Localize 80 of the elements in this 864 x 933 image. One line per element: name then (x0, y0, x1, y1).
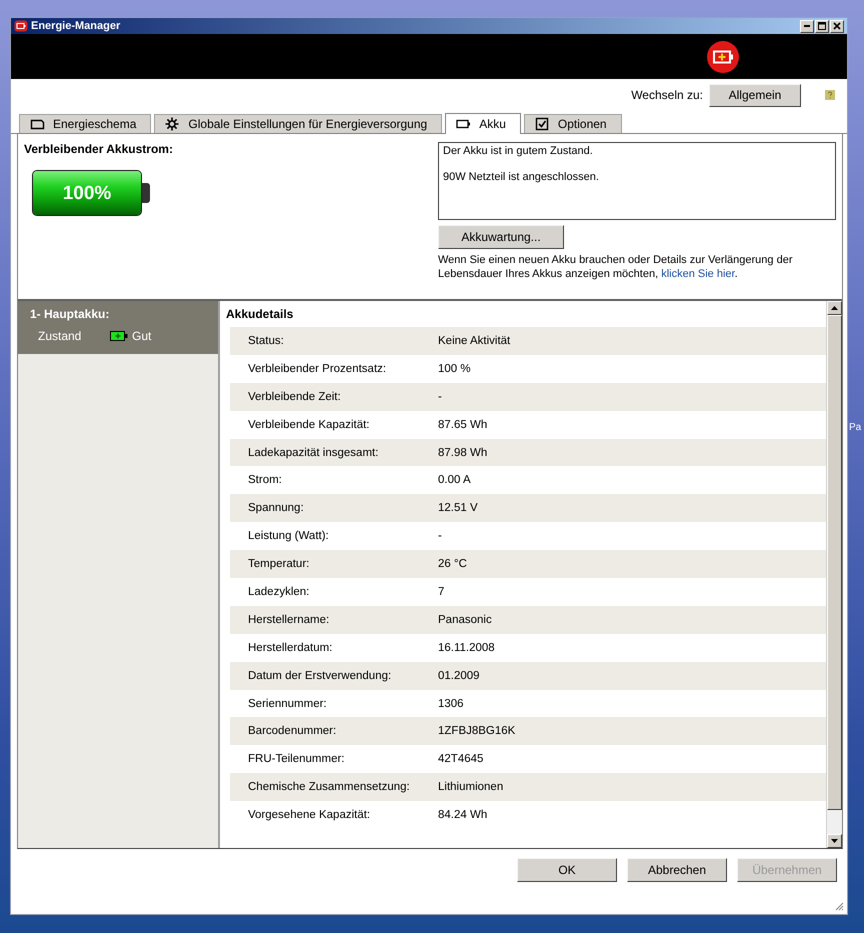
dialog-button[interactable]: Abbrechen (627, 858, 727, 882)
detail-value: - (438, 530, 442, 542)
window-title: Energie-Manager (31, 20, 122, 32)
down-arrow-icon (831, 839, 838, 843)
scroll-up-button[interactable] (827, 301, 842, 315)
scroll-thumb[interactable] (827, 315, 842, 810)
minimize-button[interactable] (800, 20, 814, 32)
remaining-label: Verbleibender Akkustrom: (24, 142, 174, 156)
tab[interactable]: Energieschema (19, 114, 152, 133)
gear-icon (165, 117, 180, 131)
battery-percent: 100% (62, 183, 112, 205)
tab[interactable]: Akku (445, 113, 521, 134)
details-title: Akkudetails (225, 306, 294, 323)
hint-text: Wenn Sie einen neuen Akku brauchen oder Details zur Verlängerung der Lebensdauer Ihres Akkus anzeigen möchten, klicken Sie hier. (438, 253, 794, 281)
detail-label: Herstellername: (248, 614, 330, 626)
close-icon (832, 21, 842, 31)
detail-label: Herstellerdatum: (248, 642, 334, 654)
minimize-icon (804, 25, 810, 27)
detail-value: Lithiumionen (438, 781, 504, 794)
detail-label: FRU-Teilenummer: (248, 753, 346, 766)
maintenance-button[interactable]: Akkuwartung... (438, 225, 564, 249)
maximize-button[interactable] (815, 20, 829, 32)
detail-value: 26 °C (438, 558, 467, 570)
battery-list-item[interactable]: 1- Hauptakku: Zustand Gut (18, 301, 218, 354)
desktop-label: Pa (849, 422, 862, 433)
detail-label: Vorgesehene Kapazität: (248, 809, 372, 822)
detail-value: 42T4645 (438, 753, 484, 766)
detail-value: 1306 (438, 698, 464, 710)
detail-label: Temperatur: (248, 558, 310, 570)
maximize-icon (817, 21, 827, 31)
detail-label: Verbleibende Kapazität: (248, 418, 370, 431)
close-button[interactable] (830, 20, 844, 32)
battery-icon (456, 117, 472, 131)
tab[interactable]: Globale Einstellungen für Energieversorgung (154, 114, 442, 133)
detail-value: 7 (438, 586, 444, 598)
detail-value: 100 % (438, 362, 471, 375)
status-text: Der Akku ist in gutem Zustand. (443, 145, 594, 157)
detail-value: Keine Aktivität (438, 334, 510, 347)
battery-charging-icon (707, 40, 739, 72)
detail-label: Strom: (248, 474, 283, 486)
battery-app-icon (14, 20, 28, 32)
tab[interactable]: Optionen (524, 114, 622, 133)
up-arrow-icon (831, 306, 838, 310)
detail-value: Panasonic (438, 614, 492, 626)
folder-outline-icon (30, 117, 45, 131)
detail-label: Seriennummer: (248, 698, 328, 710)
battery-name: 1- Hauptakku: (30, 307, 110, 321)
dialog-button[interactable]: OK (517, 858, 617, 882)
detail-value: 0.00 A (438, 474, 471, 486)
scroll-down-button[interactable] (827, 834, 842, 848)
detail-value: 87.65 Wh (438, 418, 488, 431)
detail-value: - (438, 390, 442, 403)
detail-value: 1ZFBJ8BG16K (438, 725, 516, 738)
detail-label: Ladezyklen: (248, 586, 310, 598)
detail-label: Datum der Erstverwendung: (248, 670, 392, 682)
resize-grip-icon (834, 901, 844, 911)
checkbox-icon (534, 117, 550, 131)
detail-value: 12.51 V (438, 502, 478, 514)
detail-label: Leistung (Watt): (248, 530, 330, 542)
state-value: Gut (132, 329, 152, 343)
detail-label: Status: (248, 334, 285, 347)
battery-icon (110, 331, 128, 341)
status-text: 90W Netzteil ist angeschlossen. (443, 171, 600, 183)
detail-value: 84.24 Wh (438, 809, 488, 822)
detail-label: Spannung: (248, 502, 305, 514)
state-label: Zustand (38, 329, 82, 343)
detail-label: Barcodenummer: (248, 725, 338, 738)
detail-label: Verbleibende Zeit: (248, 390, 342, 403)
detail-label: Chemische Zusammensetzung: (248, 781, 411, 794)
detail-value: 87.98 Wh (438, 446, 488, 458)
link[interactable]: klicken Sie hier (661, 268, 735, 280)
detail-label: Ladekapazität insgesamt: (248, 446, 380, 458)
help-icon (825, 90, 835, 100)
scrollbar[interactable] (826, 301, 842, 848)
view-select-button[interactable]: Allgemein (709, 84, 801, 106)
battery-terminal (142, 183, 150, 203)
switch-label: Wechseln zu: (631, 88, 703, 102)
detail-value: 01.2009 (438, 670, 480, 682)
detail-value: 16.11.2008 (438, 642, 495, 654)
detail-label: Verbleibender Prozentsatz: (248, 362, 388, 375)
